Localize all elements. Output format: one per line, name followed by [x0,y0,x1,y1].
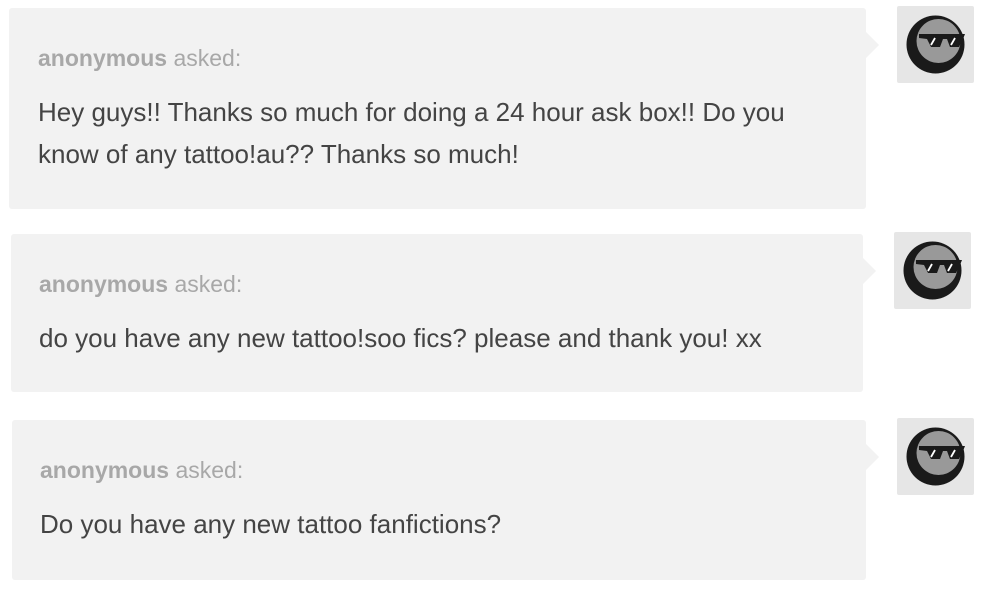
anonymous-sunglasses-avatar-icon [906,427,965,486]
asker-name[interactable]: anonymous [40,457,169,483]
asker-name[interactable]: anonymous [39,271,168,297]
ask-bubble: anonymous asked: Do you have any new tat… [12,420,879,580]
ask-bubble: anonymous asked: do you have any new tat… [11,234,876,392]
question-text: Hey guys!! Thanks so much for doing a 24… [38,97,785,169]
question-text: Do you have any new tattoo fanfictions? [40,509,502,539]
asker-name[interactable]: anonymous [38,45,167,71]
asked-label: asked: [167,45,242,71]
anonymous-sunglasses-avatar-icon [906,15,965,74]
avatar[interactable] [894,232,971,309]
anonymous-sunglasses-avatar-icon [903,241,962,300]
asker-line: anonymous asked: [38,44,241,72]
asker-line: anonymous asked: [39,270,242,298]
asked-label: asked: [169,457,244,483]
question-text: do you have any new tattoo!soo fics? ple… [39,323,762,353]
ask-bubble: anonymous asked: Hey guys!! Thanks so mu… [9,8,879,209]
asker-line: anonymous asked: [40,456,243,484]
avatar[interactable] [897,418,974,495]
avatar[interactable] [897,6,974,83]
asked-label: asked: [168,271,243,297]
